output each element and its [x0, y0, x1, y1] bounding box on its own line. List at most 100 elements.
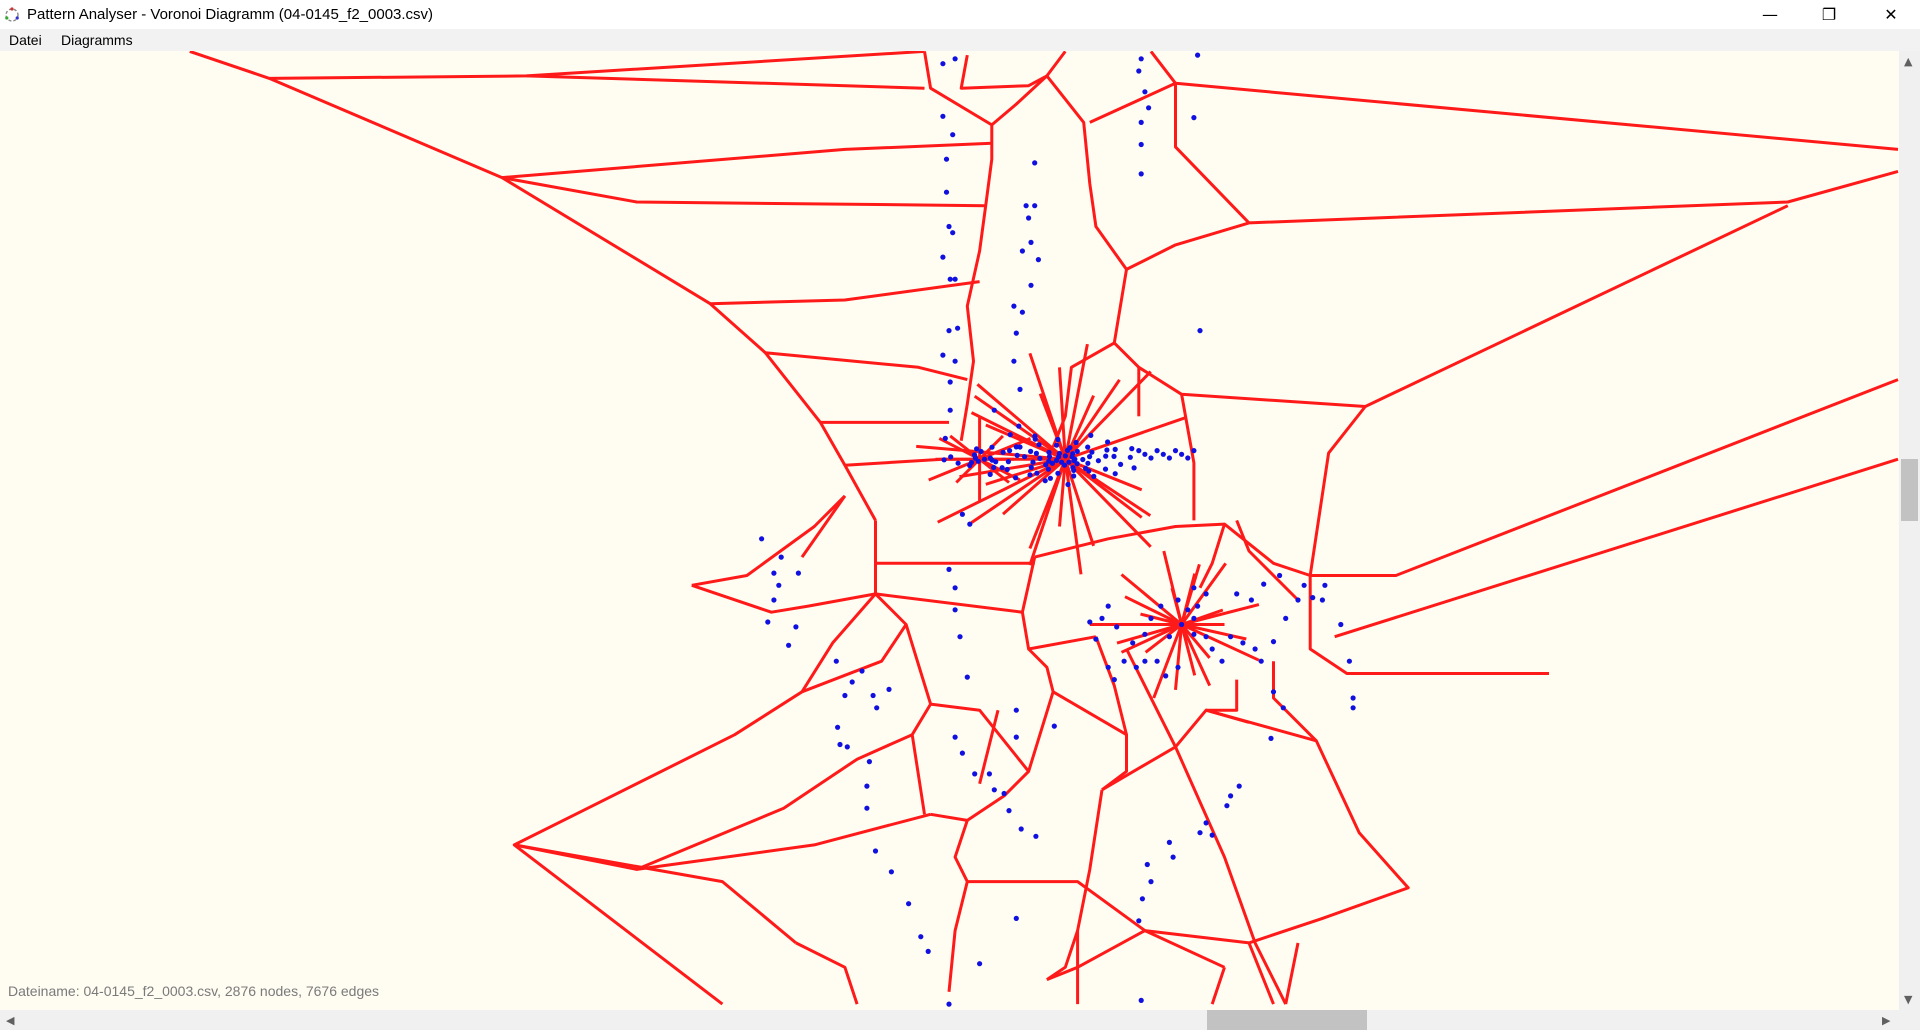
voronoi-node: [778, 554, 784, 560]
voronoi-node: [943, 189, 950, 195]
voronoi-node: [986, 771, 993, 777]
voronoi-node: [989, 444, 995, 450]
voronoi-node: [1105, 603, 1111, 609]
arrow-right-icon[interactable]: ▶: [1882, 1014, 1890, 1027]
voronoi-node: [1073, 439, 1079, 446]
voronoi-node: [1209, 832, 1215, 838]
voronoi-node: [1018, 826, 1024, 832]
voronoi-node: [1130, 640, 1136, 646]
voronoi-node: [1172, 448, 1179, 454]
voronoi-node: [1142, 631, 1148, 637]
voronoi-node: [1148, 615, 1154, 622]
voronoi-node: [1166, 634, 1172, 640]
voronoi-node: [946, 223, 952, 230]
menu-datei[interactable]: Datei: [9, 32, 42, 48]
voronoi-node: [1086, 468, 1092, 474]
voronoi-node: [952, 607, 958, 613]
voronoi-node: [991, 787, 997, 793]
voronoi-node: [1240, 640, 1246, 646]
voronoi-node: [1142, 658, 1148, 664]
voronoi-diagram: [189, 51, 1899, 1007]
close-button[interactable]: ✕: [1862, 0, 1920, 29]
voronoi-node: [1035, 257, 1041, 263]
voronoi-node: [1028, 282, 1034, 288]
voronoi-edge: [691, 494, 846, 587]
voronoi-node: [1046, 458, 1052, 464]
voronoi-node: [1195, 52, 1201, 58]
voronoi-node: [786, 642, 792, 648]
voronoi-node: [1105, 664, 1111, 670]
voronoi-node: [1280, 705, 1286, 711]
voronoi-node: [1163, 673, 1169, 679]
voronoi-node: [1032, 433, 1038, 439]
voronoi-node: [991, 464, 997, 471]
voronoi-node: [1234, 591, 1240, 597]
voronoi-edge: [795, 941, 859, 1005]
voronoi-node: [1111, 453, 1117, 459]
voronoi-node: [942, 435, 948, 441]
voronoi-edge: [512, 592, 877, 945]
voronoi-node: [943, 156, 950, 162]
voronoi-node: [1028, 448, 1034, 454]
voronoi-node: [833, 658, 839, 664]
voronoi-node: [946, 566, 952, 573]
voronoi-node: [1138, 56, 1144, 62]
maximize-button[interactable]: ❐: [1800, 0, 1858, 29]
voronoi-node: [1095, 458, 1101, 464]
voronoi-edge: [923, 51, 994, 442]
voronoi-node: [1138, 141, 1144, 148]
voronoi-node: [993, 459, 999, 465]
voronoi-node: [1209, 646, 1215, 652]
voronoi-node: [1158, 603, 1164, 609]
voronoi-node: [952, 56, 958, 62]
voronoi-edge: [1144, 708, 1410, 945]
voronoi-edge: [691, 583, 876, 614]
voronoi-node: [1054, 442, 1060, 448]
voronoi-node: [1034, 470, 1040, 476]
arrow-down-icon[interactable]: ▼: [1904, 993, 1912, 1006]
voronoi-node: [941, 457, 947, 463]
voronoi-edge: [1089, 51, 1177, 124]
voronoi-node: [1030, 459, 1036, 465]
voronoi-node: [999, 465, 1005, 471]
voronoi-node: [1195, 603, 1201, 609]
voronoi-node: [1252, 646, 1258, 652]
voronoi-node: [1191, 615, 1197, 622]
minimize-button[interactable]: —: [1741, 0, 1799, 29]
voronoi-node: [1179, 451, 1185, 457]
voronoi-edge: [930, 812, 968, 822]
voronoi-node: [925, 948, 931, 955]
voronoi-node: [1133, 664, 1139, 670]
voronoi-node: [1005, 459, 1012, 465]
voronoi-node: [946, 328, 952, 334]
voronoi-node: [1000, 449, 1006, 455]
vertical-scrollbar[interactable]: ▲ ▼: [1899, 51, 1920, 1010]
voronoi-node: [1138, 997, 1144, 1004]
voronoi-node: [1203, 634, 1209, 640]
voronoi-node: [1085, 460, 1091, 466]
voronoi-edge: [514, 812, 931, 871]
menu-diagramms[interactable]: Diagramms: [61, 32, 133, 48]
voronoi-node: [1036, 442, 1042, 448]
vertical-scroll-thumb[interactable]: [1901, 459, 1918, 521]
arrow-left-icon[interactable]: ◀: [6, 1014, 14, 1027]
voronoi-node: [1138, 171, 1144, 177]
voronoi-node: [1071, 473, 1077, 479]
voronoi-edge: [1210, 966, 1226, 1005]
voronoi-node: [844, 744, 850, 750]
horizontal-scroll-thumb[interactable]: [1207, 1010, 1367, 1030]
voronoi-node: [1042, 478, 1048, 484]
voronoi-edge: [1125, 169, 1899, 271]
voronoi-node: [1028, 464, 1034, 470]
voronoi-node: [1166, 839, 1172, 846]
voronoi-edge: [710, 280, 980, 306]
arrow-up-icon[interactable]: ▲: [1904, 55, 1912, 68]
voronoi-node: [1007, 432, 1013, 438]
voronoi-edge: [189, 51, 877, 522]
voronoi-canvas[interactable]: Dateiname: 04-0145_f2_0003.csv, 2876 nod…: [0, 51, 1899, 1010]
voronoi-node: [1127, 454, 1133, 460]
voronoi-edge: [959, 51, 1067, 90]
horizontal-scrollbar[interactable]: ◀ ▶: [0, 1010, 1899, 1030]
scroll-corner: [1899, 1010, 1920, 1030]
voronoi-node: [1074, 448, 1080, 454]
